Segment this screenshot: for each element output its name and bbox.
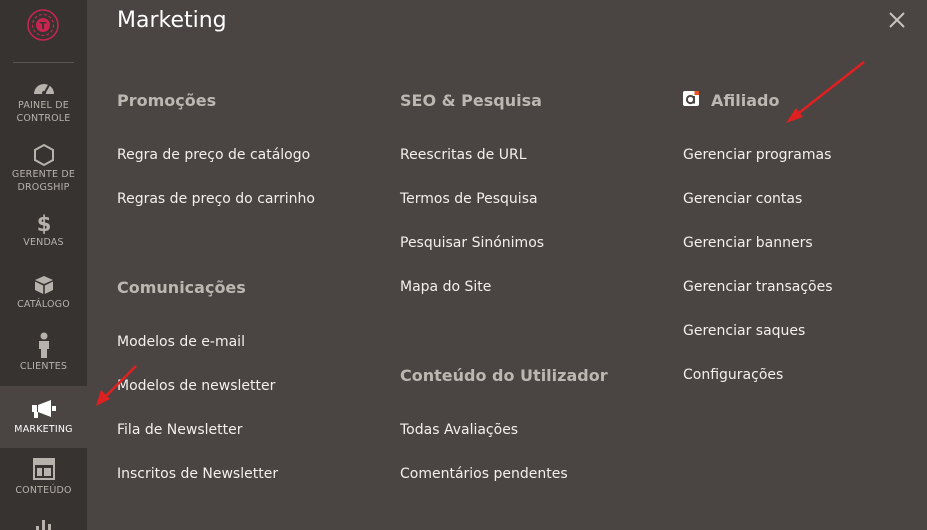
dollar-icon: $ xyxy=(36,212,51,234)
link-site-map[interactable]: Mapa do Site xyxy=(400,278,491,296)
nav-item-content[interactable]: CONTEÚDO xyxy=(0,452,87,514)
nav-label: CONTEÚDO xyxy=(15,485,72,496)
hexagon-icon xyxy=(33,144,54,166)
reports-bar-icon xyxy=(36,520,51,530)
nav-label: VENDAS xyxy=(23,237,64,248)
link-manage-banners[interactable]: Gerenciar banners xyxy=(683,234,813,252)
admin-sidebar: T PAINEL DE CONTROLE GERENTE DE DROGSHIP… xyxy=(0,0,87,530)
panel-title: Marketing xyxy=(117,8,227,33)
nav-label-line2: DROGSHIP xyxy=(17,182,70,193)
nav-label: CATÁLOGO xyxy=(17,299,70,310)
group-title-user-content: Conteúdo do Utilizador xyxy=(400,366,608,385)
link-newsletter-queue[interactable]: Fila de Newsletter xyxy=(117,421,242,439)
link-affiliate-settings[interactable]: Configurações xyxy=(683,366,783,384)
affiliate-logo-icon xyxy=(683,91,699,106)
link-search-terms[interactable]: Termos de Pesquisa xyxy=(400,190,538,208)
link-manage-transactions[interactable]: Gerenciar transações xyxy=(683,278,833,296)
svg-text:$: $ xyxy=(36,212,51,234)
link-url-rewrites[interactable]: Reescritas de URL xyxy=(400,146,527,164)
nav-label: CLIENTES xyxy=(19,361,68,372)
link-newsletter-templates[interactable]: Modelos de newsletter xyxy=(117,377,275,395)
nav-item-dashboard[interactable]: PAINEL DE CONTROLE xyxy=(0,72,87,134)
link-cart-price-rules[interactable]: Regras de preço do carrinho xyxy=(117,190,315,208)
group-title-seo-search: SEO & Pesquisa xyxy=(400,91,542,110)
group-title-promotions: Promoções xyxy=(117,91,217,110)
megaphone-icon xyxy=(31,400,56,418)
nav-item-sales[interactable]: $ VENDAS xyxy=(0,206,87,268)
group-title-affiliate: Afiliado xyxy=(711,91,780,110)
link-manage-programs[interactable]: Gerenciar programas xyxy=(683,146,831,164)
nav-item-marketing[interactable]: MARKETING xyxy=(0,386,87,448)
link-search-synonyms[interactable]: Pesquisar Sinónimos xyxy=(400,234,544,252)
cube-icon xyxy=(34,276,53,294)
nav-item-customers[interactable]: CLIENTES xyxy=(0,330,87,392)
nav-label-line2: CONTROLE xyxy=(16,113,71,124)
link-catalog-price-rule[interactable]: Regra de preço de catálogo xyxy=(117,146,310,164)
nav-item-dropship[interactable]: GERENTE DE DROGSHIP xyxy=(0,140,87,202)
nav-label: MARKETING xyxy=(14,424,73,435)
dashboard-gauge-icon xyxy=(33,84,54,95)
link-email-templates[interactable]: Modelos de e-mail xyxy=(117,333,245,351)
nav-item-catalog[interactable]: CATÁLOGO xyxy=(0,268,87,330)
layout-icon xyxy=(32,458,55,480)
nav-label-line1: PAINEL DE xyxy=(18,100,69,111)
nav-label-line1: GERENTE DE xyxy=(11,169,76,180)
person-icon xyxy=(38,332,49,358)
link-pending-reviews[interactable]: Comentários pendentes xyxy=(400,465,568,483)
link-all-reviews[interactable]: Todas Avaliações xyxy=(400,421,518,439)
close-icon[interactable] xyxy=(887,10,907,30)
marketing-flyout-panel: Marketing Promoções Regra de preço de ca… xyxy=(87,0,927,530)
link-manage-withdrawals[interactable]: Gerenciar saques xyxy=(683,322,805,340)
svg-text:T: T xyxy=(40,21,47,32)
link-newsletter-subscribers[interactable]: Inscritos de Newsletter xyxy=(117,465,278,483)
link-manage-accounts[interactable]: Gerenciar contas xyxy=(683,190,802,208)
group-title-communications: Comunicações xyxy=(117,278,246,297)
brand-logo-icon[interactable]: T xyxy=(26,8,60,42)
sidebar-divider xyxy=(13,62,74,63)
